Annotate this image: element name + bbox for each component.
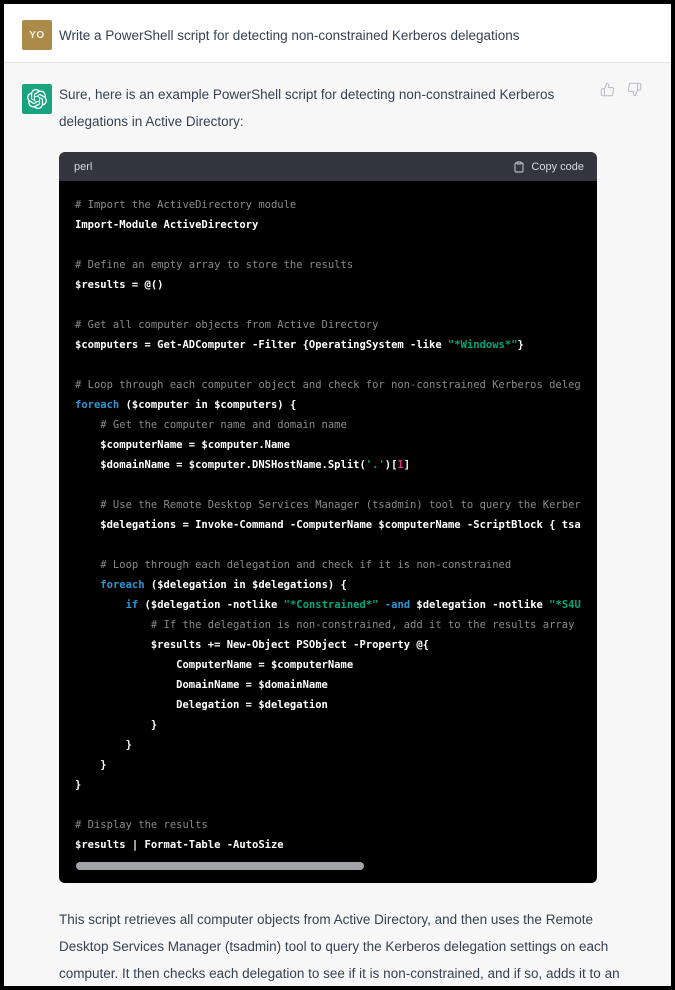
horizontal-scrollbar-track [75, 859, 581, 873]
code-language-label: perl [74, 161, 92, 173]
thumbs-up-icon [600, 82, 615, 97]
feedback-buttons [599, 82, 642, 98]
code-block: perl Copy code # Import the ActiveDirect… [59, 152, 597, 883]
user-avatar: YO [22, 20, 52, 50]
horizontal-scrollbar-thumb[interactable] [76, 862, 364, 870]
user-message-row: YO Write a PowerShell script for detecti… [4, 4, 671, 62]
chat-window: YO Write a PowerShell script for detecti… [0, 0, 675, 990]
assistant-message-row: Sure, here is an example PowerShell scri… [4, 62, 671, 990]
thumbs-up-button[interactable] [599, 82, 615, 98]
chatgpt-avatar [22, 84, 52, 114]
thumbs-down-icon [627, 82, 642, 97]
user-message-text: Write a PowerShell script for detecting … [59, 22, 641, 49]
thumbs-down-button[interactable] [626, 82, 642, 98]
copy-code-label: Copy code [531, 161, 584, 173]
openai-logo-icon [27, 89, 47, 109]
clipboard-icon [513, 161, 525, 173]
code-body: # Import the ActiveDirectory moduleImpor… [59, 181, 597, 883]
code-content[interactable]: # Import the ActiveDirectory moduleImpor… [75, 195, 581, 855]
copy-code-button[interactable]: Copy code [513, 161, 584, 173]
assistant-intro-text: Sure, here is an example PowerShell scri… [59, 81, 607, 135]
assistant-outro-text: This script retrieves all computer objec… [59, 906, 637, 990]
code-block-header: perl Copy code [59, 152, 597, 181]
